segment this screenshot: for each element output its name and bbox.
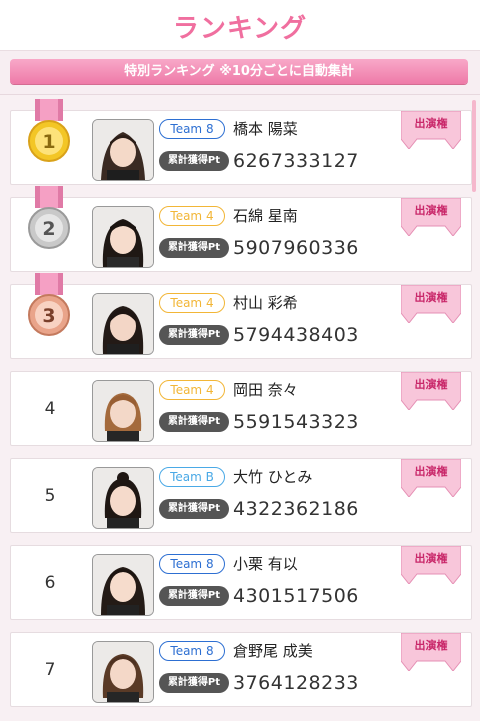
- points-value: 3764128233: [233, 672, 359, 694]
- team-badge: Team 4: [159, 293, 225, 313]
- points-badge: 累計獲得Pt: [159, 325, 229, 345]
- member-photo-image: [93, 468, 153, 528]
- silver-medal-icon: 2: [28, 186, 70, 249]
- appearance-right-label: 出演権: [414, 465, 448, 478]
- ranking-row[interactable]: 4 Team 4 岡田 奈々 累計獲得Pt 5591543323 出演権: [10, 371, 472, 446]
- member-name: 岡田 奈々: [233, 381, 298, 399]
- team-badge: Team 8: [159, 119, 225, 139]
- appearance-right-label: 出演権: [414, 291, 448, 304]
- member-photo-image: [93, 555, 153, 615]
- rank-number: 4: [44, 399, 56, 419]
- member-photo-image: [93, 642, 153, 702]
- member-name: 小栗 有以: [233, 555, 298, 573]
- ranking-row[interactable]: 2 Team 4 石綿 星南 累計獲得Pt 5907960336 出演権: [10, 186, 472, 272]
- member-name: 倉野尾 成美: [233, 642, 313, 660]
- points-value: 4301517506: [233, 585, 359, 607]
- ranking-row[interactable]: 1 Team 8 橋本 陽菜 累計獲得Pt 6267333127 出演権: [10, 99, 472, 185]
- special-ranking-banner: 特別ランキング ※10分ごとに自動集計: [10, 59, 468, 84]
- member-name: 村山 彩希: [233, 294, 298, 312]
- rank-number: 2: [42, 218, 55, 240]
- points-badge: 累計獲得Pt: [159, 673, 229, 693]
- points-value: 5591543323: [233, 411, 359, 433]
- ranking-list[interactable]: 1 Team 8 橋本 陽菜 累計獲得Pt 6267333127 出演権 2 T…: [0, 94, 480, 721]
- points-value: 6267333127: [233, 150, 359, 172]
- points-badge: 累計獲得Pt: [159, 151, 229, 171]
- rank-number: 5: [44, 486, 56, 506]
- page-title: ランキング: [172, 14, 308, 44]
- appearance-right-label: 出演権: [414, 552, 448, 565]
- appearance-right-label: 出演権: [414, 117, 448, 130]
- points-value: 5907960336: [233, 237, 359, 259]
- member-photo-image: [93, 381, 153, 441]
- bronze-medal-icon: 3: [28, 273, 70, 336]
- points-badge: 累計獲得Pt: [159, 412, 229, 432]
- ranking-row[interactable]: 6 Team 8 小栗 有以 累計獲得Pt 4301517506 出演権: [10, 545, 472, 620]
- points-badge: 累計獲得Pt: [159, 238, 229, 258]
- rank-number: 1: [42, 131, 55, 153]
- team-badge: Team 4: [159, 206, 225, 226]
- appearance-right-label: 出演権: [414, 378, 448, 391]
- team-badge: Team 4: [159, 380, 225, 400]
- list-scrollbar[interactable]: [472, 100, 476, 192]
- member-name: 大竹 ひとみ: [233, 468, 313, 486]
- member-photo-image: [93, 120, 153, 180]
- member-photo: [92, 380, 154, 442]
- points-value: 4322362186: [233, 498, 359, 520]
- points-badge: 累計獲得Pt: [159, 499, 229, 519]
- appearance-right-label: 出演権: [414, 204, 448, 217]
- member-photo: [92, 641, 154, 703]
- ranking-row[interactable]: 7 Team 8 倉野尾 成美 累計獲得Pt 3764128233 出演権: [10, 632, 472, 707]
- app-header: ランキング: [0, 0, 480, 51]
- member-photo-image: [93, 207, 153, 267]
- member-photo-image: [93, 294, 153, 354]
- points-badge: 累計獲得Pt: [159, 586, 229, 606]
- ranking-row[interactable]: 3 Team 4 村山 彩希 累計獲得Pt 5794438403 出演権: [10, 273, 472, 359]
- team-badge: Team B: [159, 467, 225, 487]
- ranking-row[interactable]: 5 Team B 大竹 ひとみ 累計獲得Pt 4322362186 出演権: [10, 458, 472, 533]
- member-name: 石綿 星南: [233, 207, 298, 225]
- member-photo: [92, 119, 154, 181]
- member-photo: [92, 206, 154, 268]
- member-photo: [92, 293, 154, 355]
- rank-number: 3: [42, 305, 55, 327]
- team-badge: Team 8: [159, 641, 225, 661]
- team-badge: Team 8: [159, 554, 225, 574]
- rank-number: 6: [44, 573, 56, 593]
- member-photo: [92, 467, 154, 529]
- member-name: 橋本 陽菜: [233, 120, 298, 138]
- member-photo: [92, 554, 154, 616]
- points-value: 5794438403: [233, 324, 359, 346]
- gold-medal-icon: 1: [28, 99, 70, 162]
- rank-number: 7: [44, 660, 56, 680]
- appearance-right-label: 出演権: [414, 639, 448, 652]
